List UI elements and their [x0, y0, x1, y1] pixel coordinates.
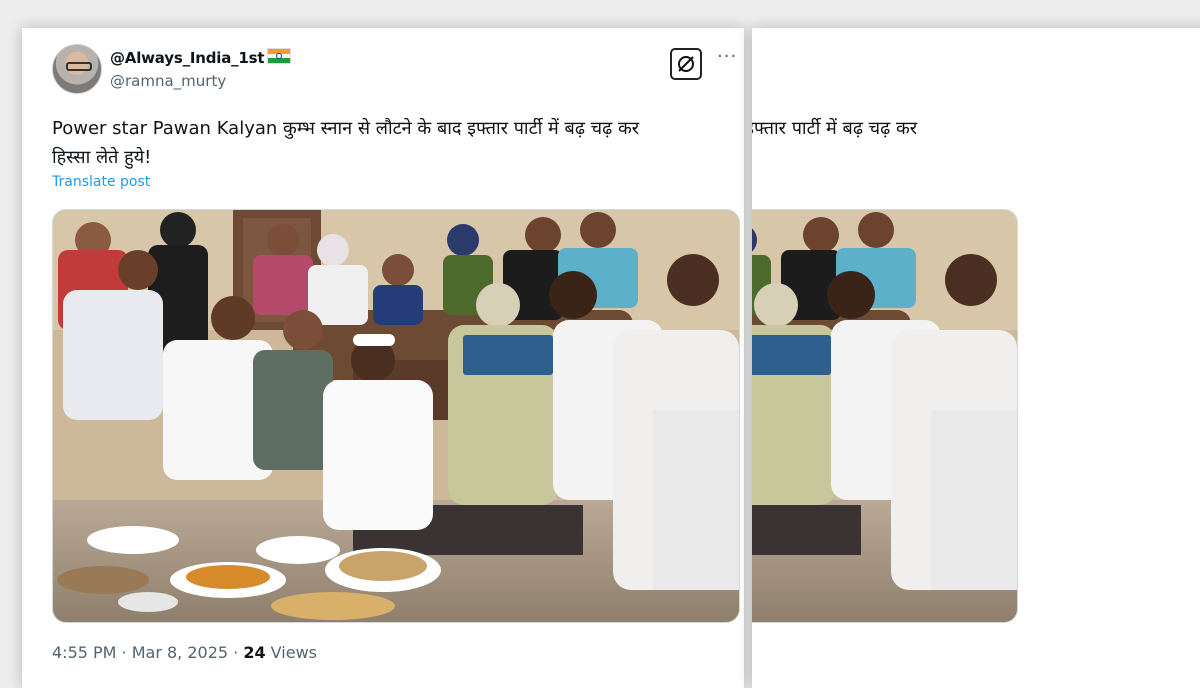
- translate-post-link[interactable]: Translate post: [52, 174, 150, 190]
- grok-icon: [678, 56, 694, 72]
- tweet-text-line-2: हिस्सा लेते हुये!: [52, 147, 152, 168]
- display-name[interactable]: @Always_India_1st: [110, 48, 292, 67]
- views-label: Views: [265, 643, 317, 662]
- user-handle[interactable]: @ramna_murty: [110, 72, 226, 90]
- tweet-card-zoomed[interactable]: @Always_India_1st @ramna_murty Power sta…: [752, 28, 1200, 688]
- grok-button[interactable]: [670, 48, 702, 80]
- tweet-photo[interactable]: [752, 209, 1018, 623]
- tweet-text-line-1: Power star Pawan Kalyan कुम्भ स्नान से ल…: [52, 118, 640, 139]
- views-count: 24: [243, 643, 266, 662]
- tweet-card[interactable]: @Always_India_1st @ramna_murty ··· Power…: [22, 28, 744, 688]
- tweet-photo[interactable]: [52, 209, 740, 623]
- indian-flag-icon: [267, 48, 292, 64]
- tweet-text-line-1: Power star Pawan Kalyan कुम्भ स्नान से ल…: [752, 118, 918, 139]
- display-name-text[interactable]: @Always_India_1st: [110, 49, 265, 67]
- avatar[interactable]: [52, 44, 102, 94]
- tweet-text: Power star Pawan Kalyan कुम्भ स्नान से ल…: [52, 114, 742, 172]
- tweet-meta: 4:55 PM · Mar 8, 2025 · 24 Views: [52, 643, 317, 662]
- more-options-button[interactable]: ···: [717, 46, 737, 67]
- timestamp-link[interactable]: 4:55 PM · Mar 8, 2025 ·: [52, 643, 243, 662]
- tweet-text: Power star Pawan Kalyan कुम्भ स्नान से ल…: [752, 114, 1020, 143]
- ellipsis-icon: ···: [717, 46, 738, 67]
